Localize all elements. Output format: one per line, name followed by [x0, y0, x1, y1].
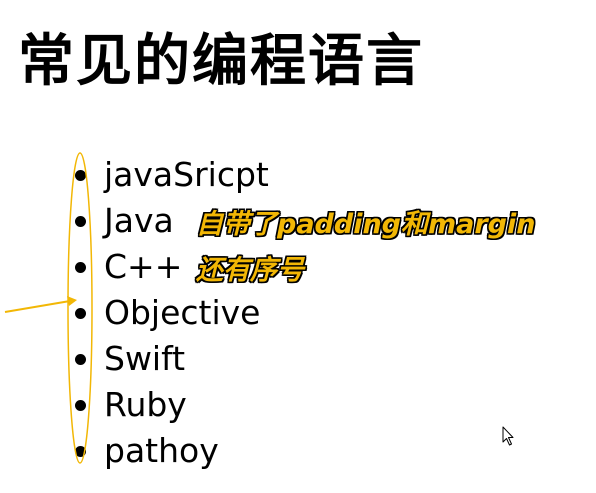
- mouse-pointer-icon: [502, 426, 514, 446]
- bullet-marker: [75, 308, 86, 319]
- list-item-label: Java: [104, 201, 174, 240]
- list-number-annotation: 还有序号: [196, 255, 304, 286]
- page-title: 常见的编程语言: [18, 29, 424, 94]
- list-item-label: Objective: [104, 293, 261, 332]
- list-item-label: pathoy: [104, 431, 219, 470]
- list-item-label: C++: [104, 247, 183, 286]
- bullet-marker: [75, 262, 86, 273]
- arrow-icon: [4, 296, 77, 313]
- bullet-marker: [75, 216, 86, 227]
- bullet-marker: [75, 400, 86, 411]
- bullet-marker: [75, 170, 86, 181]
- list-item-label: Ruby: [104, 385, 187, 424]
- list-item-label: Swift: [104, 339, 186, 378]
- bullet-marker: [75, 446, 86, 457]
- bullet-marker: [75, 354, 86, 365]
- list-item-label: javaSricpt: [104, 155, 269, 194]
- padding-margin-annotation: 自带了padding和margin: [196, 209, 536, 240]
